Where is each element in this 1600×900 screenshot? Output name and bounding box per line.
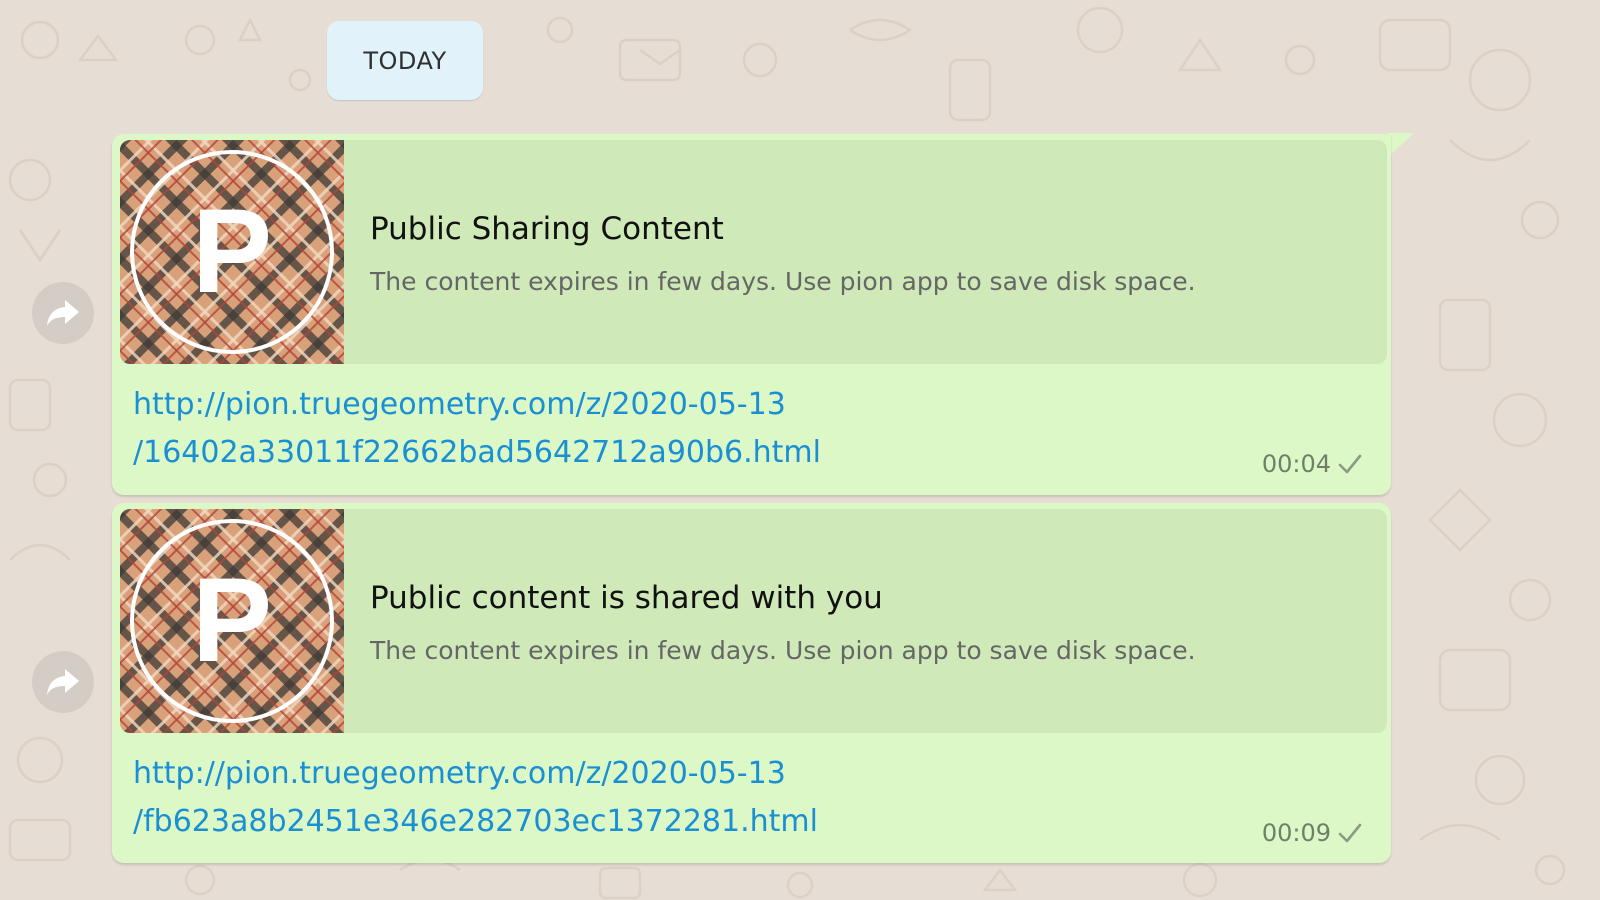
thumb-letter: P — [192, 184, 272, 318]
link-preview-card[interactable]: P Public Sharing Content The content exp… — [120, 140, 1387, 364]
link-line-1[interactable]: http://pion.truegeometry.com/z/2020-05-1… — [133, 381, 1133, 429]
single-check-icon — [1338, 454, 1362, 474]
message-time: 00:04 — [1261, 450, 1331, 478]
link-line-2[interactable]: /fb623a8b2451e346e282703ec1372281.html — [133, 798, 1133, 846]
preview-title: Public Sharing Content — [370, 211, 724, 247]
message-meta: 00:04 — [1262, 450, 1363, 478]
message-link[interactable]: http://pion.truegeometry.com/z/2020-05-1… — [133, 750, 1133, 846]
preview-description: The content expires in few days. Use pio… — [370, 267, 1196, 296]
link-line-1[interactable]: http://pion.truegeometry.com/z/2020-05-1… — [133, 750, 1133, 798]
link-preview-card[interactable]: P Public content is shared with you The … — [120, 509, 1387, 733]
preview-thumbnail: P — [120, 509, 344, 733]
thumb-letter: P — [192, 553, 272, 687]
date-separator: TODAY — [327, 21, 483, 100]
preview-title: Public content is shared with you — [370, 580, 883, 616]
single-check-icon — [1338, 823, 1362, 843]
preview-description: The content expires in few days. Use pio… — [370, 636, 1196, 665]
forward-icon — [47, 300, 79, 326]
message-bubble[interactable]: P Public content is shared with you The … — [112, 503, 1391, 863]
forward-button[interactable] — [32, 282, 94, 344]
forward-icon — [47, 669, 79, 695]
bubble-tail — [1388, 133, 1414, 157]
forward-button[interactable] — [32, 651, 94, 713]
message-time: 00:09 — [1261, 819, 1331, 847]
message-link[interactable]: http://pion.truegeometry.com/z/2020-05-1… — [133, 381, 1133, 477]
message-bubble[interactable]: P Public Sharing Content The content exp… — [112, 134, 1391, 495]
preview-thumbnail: P — [120, 140, 344, 364]
message-meta: 00:09 — [1262, 819, 1363, 847]
link-line-2[interactable]: /16402a33011f22662bad5642712a90b6.html — [133, 429, 1133, 477]
